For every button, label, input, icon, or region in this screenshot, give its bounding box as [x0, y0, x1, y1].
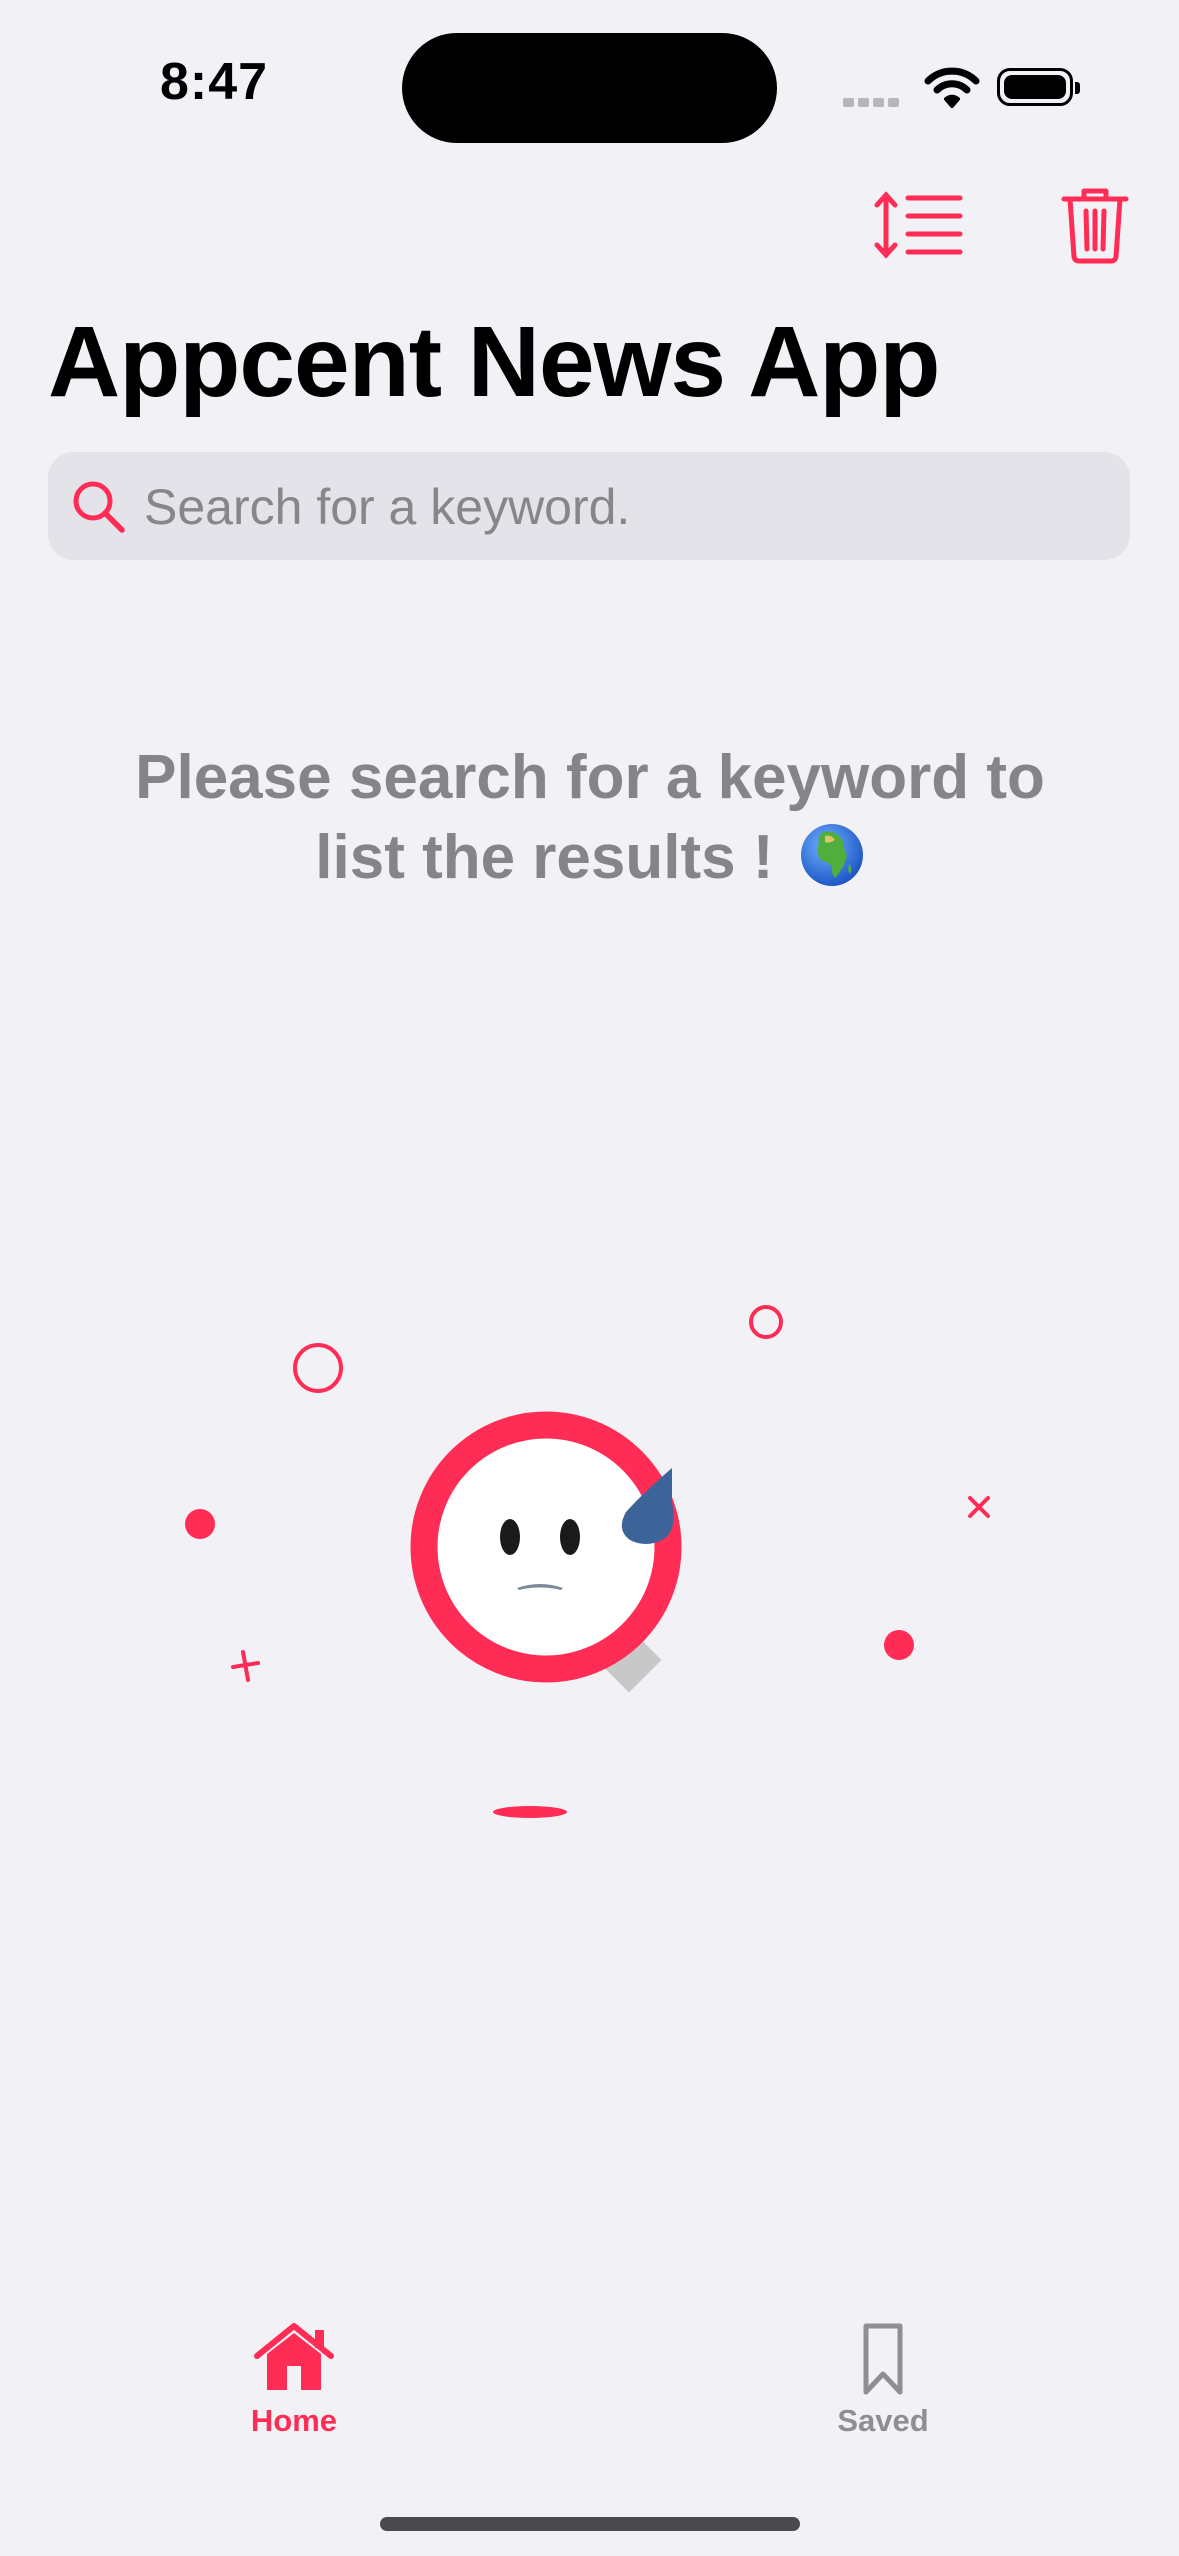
status-time: 8:47: [160, 53, 269, 111]
deco-ring-left: [293, 1343, 343, 1393]
deco-dot-left: [185, 1509, 215, 1539]
sad-magnifier-illustration: [185, 1305, 990, 1818]
delete-button[interactable]: [1060, 185, 1130, 265]
deco-ring-top: [749, 1305, 783, 1339]
page-title: Appcent News App: [48, 306, 940, 418]
bookmark-icon: [863, 2323, 903, 2395]
tab-saved-label: Saved: [837, 2403, 929, 2438]
search-input[interactable]: [142, 472, 1106, 542]
ground-shadow: [493, 1806, 567, 1818]
sort-button[interactable]: [870, 190, 970, 262]
tab-saved[interactable]: Saved: [783, 2320, 983, 2439]
tab-home[interactable]: Home: [194, 2320, 394, 2439]
cellular-signal-icon: [843, 94, 903, 112]
search-bar[interactable]: [48, 452, 1130, 560]
face-eye-left: [500, 1519, 520, 1555]
magnifier-lens: [410, 1411, 682, 1683]
empty-state-text: Please search for a keyword to list the …: [135, 743, 1045, 892]
home-indicator: [380, 2517, 800, 2531]
dynamic-island: [402, 33, 777, 143]
house-icon: [254, 2323, 334, 2390]
sort-lines-icon: [874, 191, 963, 259]
face-eye-right: [560, 1519, 580, 1555]
deco-plus-left: [231, 1650, 260, 1682]
empty-state-message: Please search for a keyword to list the …: [90, 738, 1090, 898]
wifi-icon: [924, 66, 980, 115]
trash-icon: [1061, 188, 1129, 264]
deco-cross-right: [968, 1496, 990, 1518]
deco-dot-right: [884, 1630, 914, 1660]
globe-emoji-icon: [800, 824, 863, 886]
battery-icon: [997, 68, 1080, 106]
tab-home-label: Home: [250, 2403, 338, 2438]
search-icon: [73, 481, 125, 533]
